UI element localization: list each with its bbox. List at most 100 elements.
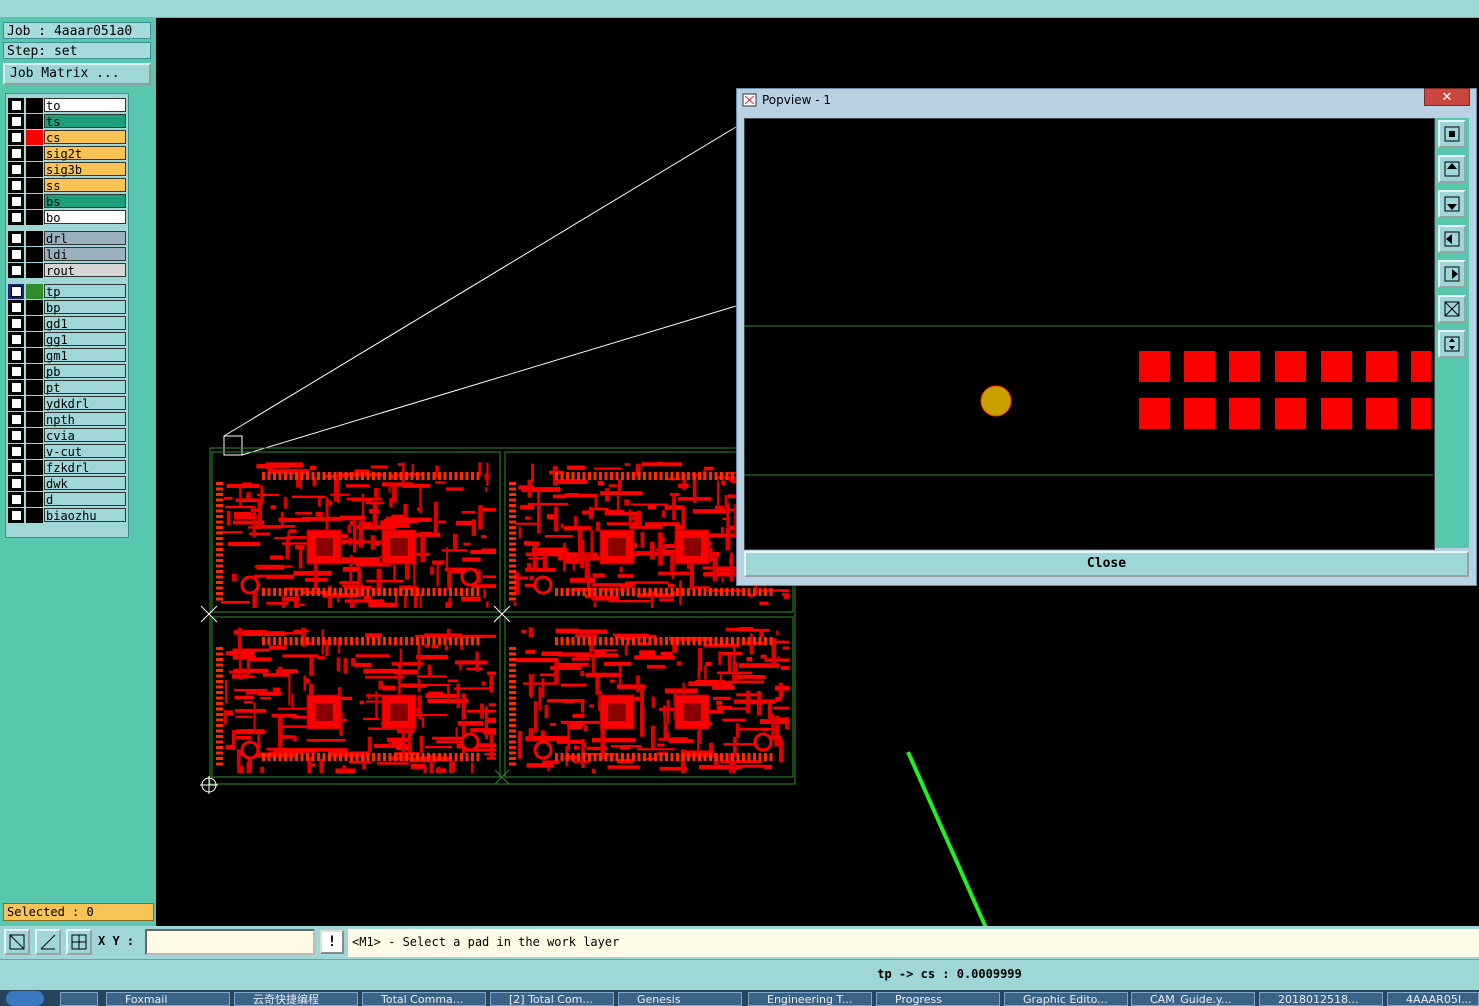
layer-name[interactable]: gd1 xyxy=(44,316,126,331)
layer-row-ss[interactable]: ss xyxy=(8,178,126,193)
layer-checkbox[interactable] xyxy=(8,428,24,443)
layer-name[interactable]: bs xyxy=(44,194,126,209)
layer-checkbox[interactable] xyxy=(8,332,24,347)
start-button[interactable] xyxy=(6,991,44,1006)
layer-name[interactable]: sig2t xyxy=(44,146,126,161)
layer-row-pb[interactable]: pb xyxy=(8,364,126,379)
layer-row-rout[interactable]: rout xyxy=(8,263,126,278)
layer-row-sig3b[interactable]: sig3b xyxy=(8,162,126,177)
layer-checkbox[interactable] xyxy=(8,364,24,379)
layer-checkbox[interactable] xyxy=(8,146,24,161)
layer-row-dwk[interactable]: dwk xyxy=(8,476,126,491)
taskbar-item[interactable]: Genesis xyxy=(618,992,742,1006)
layer-checkbox[interactable] xyxy=(8,316,24,331)
taskbar-item[interactable]: [2] Total Com... xyxy=(490,992,614,1006)
popview-zoom-in-button[interactable] xyxy=(1438,295,1466,323)
popview-fit-button[interactable] xyxy=(1438,120,1466,148)
layer-checkbox[interactable] xyxy=(8,444,24,459)
popview-zoom-out-button[interactable] xyxy=(1438,330,1466,358)
layer-checkbox[interactable] xyxy=(8,396,24,411)
taskbar-item[interactable]: CAM_Guide.y... xyxy=(1131,992,1255,1006)
popview-close-button[interactable]: Close xyxy=(744,551,1469,577)
layer-row-bs[interactable]: bs xyxy=(8,194,126,209)
layer-checkbox[interactable] xyxy=(8,300,24,315)
layer-checkbox[interactable] xyxy=(8,178,24,193)
taskbar-item[interactable]: 4AAAR05I... xyxy=(1387,992,1479,1006)
layer-name[interactable]: ss xyxy=(44,178,126,193)
layer-checkbox[interactable] xyxy=(8,194,24,209)
layer-row-cvia[interactable]: cvia xyxy=(8,428,126,443)
layer-row-fzkdrl[interactable]: fzkdrl xyxy=(8,460,126,475)
layer-name[interactable]: d xyxy=(44,492,126,507)
layer-name[interactable]: pb xyxy=(44,364,126,379)
job-matrix-button[interactable]: Job Matrix ... xyxy=(3,63,151,85)
layer-name[interactable]: bo xyxy=(44,210,126,225)
layer-checkbox[interactable] xyxy=(8,114,24,129)
layer-checkbox[interactable] xyxy=(8,460,24,475)
layer-row-biaozhu[interactable]: biaozhu xyxy=(8,508,126,523)
layer-name[interactable]: fzkdrl xyxy=(44,460,126,475)
layer-row-to[interactable]: to xyxy=(8,98,126,113)
layer-row-tp[interactable]: tp xyxy=(8,284,126,299)
layer-checkbox[interactable] xyxy=(8,284,24,299)
layer-name[interactable]: pt xyxy=(44,380,126,395)
layer-checkbox[interactable] xyxy=(8,508,24,523)
layer-checkbox[interactable] xyxy=(8,348,24,363)
layer-row-drl[interactable]: drl xyxy=(8,231,126,246)
measure-button[interactable] xyxy=(35,929,61,955)
layer-name[interactable]: ydkdrl xyxy=(44,396,126,411)
layer-row-bp[interactable]: bp xyxy=(8,300,126,315)
layer-row-gm1[interactable]: gm1 xyxy=(8,348,126,363)
taskbar-item[interactable]: Engineering T... xyxy=(748,992,872,1006)
layer-checkbox[interactable] xyxy=(8,210,24,225)
layer-checkbox[interactable] xyxy=(8,492,24,507)
layer-name[interactable]: npth xyxy=(44,412,126,427)
layer-checkbox[interactable] xyxy=(8,162,24,177)
layer-name[interactable]: cs xyxy=(44,130,126,145)
layer-row-bo[interactable]: bo xyxy=(8,210,126,225)
layer-name[interactable]: biaozhu xyxy=(44,508,126,523)
layer-row-cs[interactable]: cs xyxy=(8,130,126,145)
popview-pan-left-button[interactable] xyxy=(1438,225,1466,253)
layer-name[interactable]: tp xyxy=(44,284,126,299)
layer-name[interactable]: cvia xyxy=(44,428,126,443)
taskbar-item[interactable]: Total Comma... xyxy=(362,992,486,1006)
layer-checkbox[interactable] xyxy=(8,476,24,491)
layer-name[interactable]: bp xyxy=(44,300,126,315)
alert-button[interactable]: ! xyxy=(320,930,344,954)
layer-row-npth[interactable]: npth xyxy=(8,412,126,427)
layer-checkbox[interactable] xyxy=(8,247,24,262)
layer-name[interactable]: sig3b xyxy=(44,162,126,177)
xy-input[interactable] xyxy=(145,929,315,955)
layer-row-ts[interactable]: ts xyxy=(8,114,126,129)
layer-name[interactable]: dwk xyxy=(44,476,126,491)
taskbar-item[interactable]: 2018012518... xyxy=(1259,992,1383,1006)
taskbar-item[interactable]: Progress xyxy=(876,992,1000,1006)
taskbar-item[interactable]: Foxmail xyxy=(106,992,230,1006)
layer-row-d[interactable]: d xyxy=(8,492,126,507)
layer-name[interactable]: to xyxy=(44,98,126,113)
pinned-app-icon[interactable] xyxy=(60,992,98,1006)
grid-button[interactable] xyxy=(66,929,92,955)
layer-checkbox[interactable] xyxy=(8,98,24,113)
layer-row-gd1[interactable]: gd1 xyxy=(8,316,126,331)
layer-name[interactable]: ldi xyxy=(44,247,126,262)
layer-checkbox[interactable] xyxy=(8,412,24,427)
layer-row-ldi[interactable]: ldi xyxy=(8,247,126,262)
layer-checkbox[interactable] xyxy=(8,130,24,145)
layer-checkbox[interactable] xyxy=(8,380,24,395)
layer-checkbox[interactable] xyxy=(8,263,24,278)
zoom-area-button[interactable] xyxy=(4,929,30,955)
layer-row-sig2t[interactable]: sig2t xyxy=(8,146,126,161)
layer-row-gg1[interactable]: gg1 xyxy=(8,332,126,347)
layer-name[interactable]: gm1 xyxy=(44,348,126,363)
layer-row-ydkdrl[interactable]: ydkdrl xyxy=(8,396,126,411)
layer-name[interactable]: v-cut xyxy=(44,444,126,459)
close-icon[interactable]: ✕ xyxy=(1424,88,1470,106)
layer-name[interactable]: rout xyxy=(44,263,126,278)
layer-checkbox[interactable] xyxy=(8,231,24,246)
taskbar-item[interactable]: 云奇快捷编程 xyxy=(234,992,358,1006)
popview-pan-up-button[interactable] xyxy=(1438,155,1466,183)
popview-pan-right-button[interactable] xyxy=(1438,260,1466,288)
layer-name[interactable]: gg1 xyxy=(44,332,126,347)
